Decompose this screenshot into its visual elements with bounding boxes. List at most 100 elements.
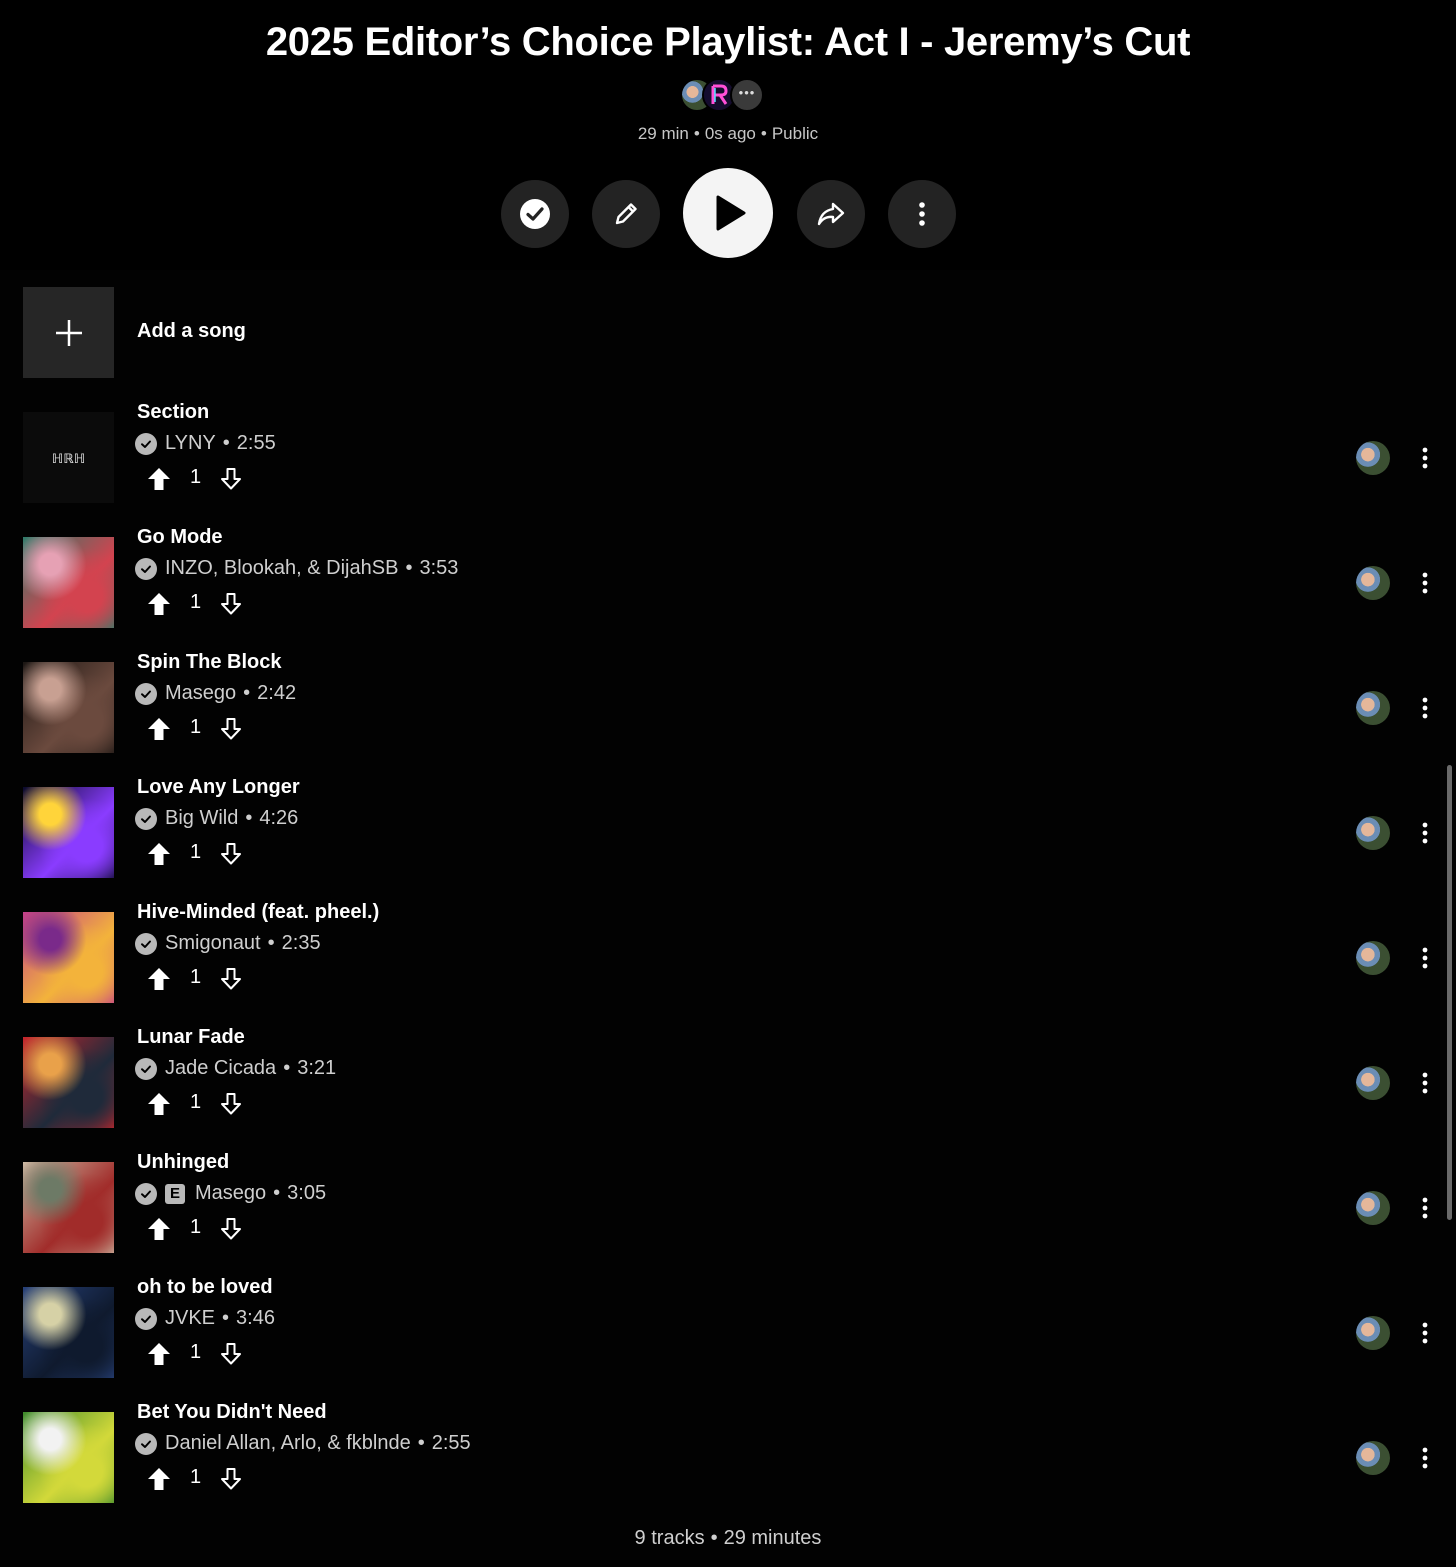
track-artist[interactable]: Big Wild — [165, 807, 238, 830]
downvote-button[interactable] — [218, 1091, 244, 1122]
track-title[interactable]: Hive-Minded (feat. pheel.) — [137, 901, 379, 924]
upvote-button[interactable] — [146, 466, 172, 497]
track-duration: 3:21 — [297, 1057, 337, 1079]
scrollbar[interactable] — [1447, 765, 1452, 1220]
added-by-avatar[interactable] — [1356, 1066, 1390, 1100]
vote-count: 1 — [190, 716, 202, 738]
added-by-avatar[interactable] — [1356, 816, 1390, 850]
track-row[interactable]: Love Any Longer Big Wild • 4:26 1 — [0, 776, 1456, 912]
album-art[interactable] — [23, 1412, 114, 1503]
saved-button[interactable] — [501, 180, 569, 248]
upvote-button[interactable] — [146, 1216, 172, 1247]
added-by-avatar[interactable] — [1356, 1441, 1390, 1475]
album-art[interactable] — [23, 1162, 114, 1253]
track-artist[interactable]: JVKE — [165, 1307, 215, 1330]
arrow-up-filled-icon — [148, 968, 170, 990]
track-more-button[interactable] — [1414, 1067, 1436, 1099]
verified-check-icon — [135, 432, 157, 455]
upvote-button[interactable] — [146, 1091, 172, 1122]
track-more-button[interactable] — [1414, 1442, 1436, 1474]
play-button[interactable] — [683, 168, 773, 258]
vote-controls: 1 — [146, 841, 256, 867]
album-art[interactable] — [23, 1037, 114, 1128]
track-count: 9 tracks — [634, 1527, 705, 1549]
downvote-button[interactable] — [218, 716, 244, 747]
verified-check-icon — [135, 682, 157, 705]
track-row[interactable]: Hive-Minded (feat. pheel.) Smigonaut • 2:3… — [0, 901, 1456, 1037]
arrow-up-filled-icon — [148, 718, 170, 740]
downvote-button[interactable] — [218, 466, 244, 497]
share-button[interactable] — [797, 180, 865, 248]
track-artist[interactable]: Masego — [165, 682, 236, 705]
track-artist[interactable]: LYNY — [165, 432, 216, 455]
downvote-button[interactable] — [218, 591, 244, 622]
track-title[interactable]: oh to be loved — [137, 1276, 273, 1299]
track-more-button[interactable] — [1414, 1317, 1436, 1349]
track-title[interactable]: Spin The Block — [137, 651, 281, 674]
track-title[interactable]: Unhinged — [137, 1151, 229, 1174]
track-row[interactable]: oh to be loved JVKE • 3:46 1 — [0, 1276, 1456, 1412]
track-artist[interactable]: Jade Cicada — [165, 1057, 276, 1080]
downvote-button[interactable] — [218, 966, 244, 997]
track-title[interactable]: Lunar Fade — [137, 1026, 245, 1049]
track-more-button[interactable] — [1414, 567, 1436, 599]
album-art[interactable]: ℍℝℍ — [23, 412, 114, 503]
downvote-button[interactable] — [218, 841, 244, 872]
collaborators[interactable]: ••• — [680, 78, 770, 112]
vote-controls: 1 — [146, 966, 256, 992]
upvote-button[interactable] — [146, 591, 172, 622]
album-art[interactable] — [23, 912, 114, 1003]
vertical-dots-icon — [1422, 1447, 1428, 1469]
upvote-button[interactable] — [146, 1341, 172, 1372]
add-song-tile[interactable] — [23, 287, 114, 378]
track-artist[interactable]: Masego — [195, 1182, 266, 1205]
track-title[interactable]: Bet You Didn't Need — [137, 1401, 327, 1424]
track-subtitle: Jade Cicada • 3:21 — [135, 1057, 336, 1080]
downvote-button[interactable] — [218, 1216, 244, 1247]
edit-button[interactable] — [592, 180, 660, 248]
upvote-button[interactable] — [146, 716, 172, 747]
added-by-avatar[interactable] — [1356, 941, 1390, 975]
track-more-button[interactable] — [1414, 817, 1436, 849]
track-more-button[interactable] — [1414, 692, 1436, 724]
arrow-down-outline-icon — [221, 593, 241, 615]
vote-count: 1 — [190, 1341, 202, 1363]
track-row[interactable]: Lunar Fade Jade Cicada • 3:21 1 — [0, 1026, 1456, 1162]
downvote-button[interactable] — [218, 1466, 244, 1497]
add-song-button[interactable]: Add a song — [23, 287, 623, 378]
album-art[interactable] — [23, 1287, 114, 1378]
verified-check-icon — [135, 557, 157, 580]
added-by-avatar[interactable] — [1356, 1316, 1390, 1350]
upvote-button[interactable] — [146, 1466, 172, 1497]
track-title[interactable]: Love Any Longer — [137, 776, 300, 799]
track-row[interactable]: Unhinged E Masego • 3:05 1 — [0, 1151, 1456, 1287]
share-arrow-icon — [817, 202, 845, 226]
total-minutes: 29 minutes — [723, 1527, 822, 1549]
track-artist[interactable]: Daniel Allan, Arlo, & fkblnde — [165, 1432, 411, 1455]
added-by-avatar[interactable] — [1356, 691, 1390, 725]
track-more-button[interactable] — [1414, 942, 1436, 974]
track-title[interactable]: Go Mode — [137, 526, 223, 549]
added-by-avatar[interactable] — [1356, 1191, 1390, 1225]
track-row[interactable]: ℍℝℍ Section LYNY • 2:55 1 — [0, 401, 1456, 537]
added-by-avatar[interactable] — [1356, 566, 1390, 600]
separator-dot: • — [222, 1307, 230, 1329]
more-options-button[interactable] — [888, 180, 956, 248]
track-more-button[interactable] — [1414, 1192, 1436, 1224]
track-artist[interactable]: INZO, Blookah, & DijahSB — [165, 557, 398, 580]
more-collaborators-button[interactable]: ••• — [730, 78, 764, 112]
upvote-button[interactable] — [146, 841, 172, 872]
arrow-up-filled-icon — [148, 1093, 170, 1115]
track-title[interactable]: Section — [137, 401, 209, 424]
album-art[interactable] — [23, 787, 114, 878]
upvote-button[interactable] — [146, 966, 172, 997]
track-row[interactable]: Spin The Block Masego • 2:42 1 — [0, 651, 1456, 787]
album-art[interactable] — [23, 537, 114, 628]
track-row[interactable]: Go Mode INZO, Blookah, & DijahSB • 3:53 1 — [0, 526, 1456, 662]
downvote-button[interactable] — [218, 1341, 244, 1372]
track-row[interactable]: Bet You Didn't Need Daniel Allan, Arlo, … — [0, 1401, 1456, 1537]
album-art[interactable] — [23, 662, 114, 753]
added-by-avatar[interactable] — [1356, 441, 1390, 475]
track-artist[interactable]: Smigonaut — [165, 932, 261, 955]
track-more-button[interactable] — [1414, 442, 1436, 474]
